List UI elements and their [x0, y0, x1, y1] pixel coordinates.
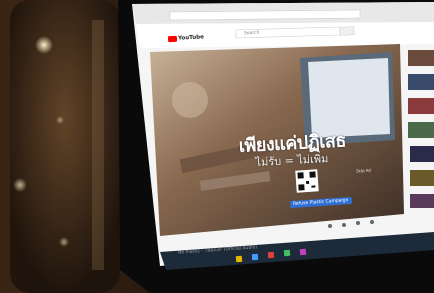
address-bar [169, 9, 361, 21]
recommendation-thumb [408, 122, 434, 138]
bokeh-light-1 [35, 36, 53, 54]
bokeh-light-3 [59, 237, 69, 247]
recommendation-thumb [408, 50, 434, 66]
video-blur-spot [172, 82, 208, 118]
recommendation-thumb [410, 170, 434, 186]
recommendation-thumb [410, 194, 434, 208]
youtube-logo-icon [167, 35, 178, 43]
search-button [339, 26, 355, 36]
recommendation-thumb [410, 146, 434, 162]
recommendation-thumb [408, 98, 434, 114]
bokeh-light-4 [56, 116, 64, 124]
video-subline: ไม่รับ = ไม่เพิ่ม [255, 152, 329, 169]
search-input[interactable]: Search [244, 31, 260, 37]
recommendation-thumb [408, 74, 434, 90]
video-overlay-label[interactable]: Skip Ad [356, 167, 371, 173]
bottle-highlight [92, 20, 104, 270]
bokeh-light-2 [13, 178, 27, 192]
